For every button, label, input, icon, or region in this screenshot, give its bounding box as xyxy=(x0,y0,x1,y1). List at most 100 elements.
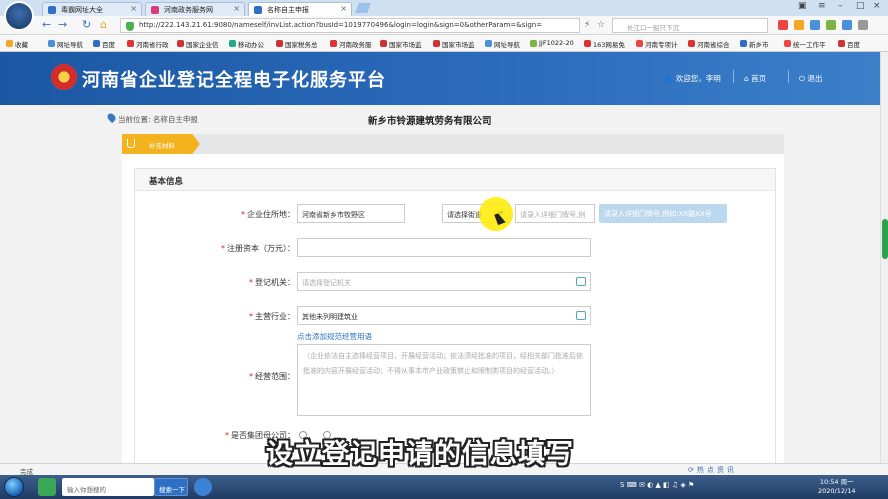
authority-label: * 登记机关： xyxy=(249,278,295,287)
welcome-text: 👤 欢迎您，李明 xyxy=(664,74,721,83)
bookmark-item[interactable]: 网址导航 xyxy=(485,39,520,49)
news-icon[interactable]: ⟳ xyxy=(688,466,697,474)
browser-window: 毒霸网址大全 × 河南政务服务网 × 名称自主申报 × ▣ ≡ – □ × ← … xyxy=(0,0,888,476)
bookmark-item[interactable]: 国家企业信 xyxy=(177,39,219,49)
bolt-icon[interactable]: ⚡ xyxy=(584,20,590,30)
basic-info-section: 基本信息 * 企业住所地： 河南省新乡市牧野区 请选择街道 请录入详细门牌号,例 … xyxy=(134,168,776,463)
url-field[interactable]: http://222.143.21.61:9080/nameself/invLi… xyxy=(120,18,580,33)
bookmark-item[interactable]: 国家税务总 xyxy=(276,39,318,49)
bookmark-item[interactable]: 百度 xyxy=(93,39,115,49)
tab-1[interactable]: 毒霸网址大全 × xyxy=(42,2,142,16)
url-text: http://222.143.21.61:9080/nameself/invLi… xyxy=(139,21,543,29)
grid-icon[interactable] xyxy=(842,20,852,30)
bookmark-item[interactable]: 河南省行政 xyxy=(127,39,169,49)
authority-field[interactable]: 请选择登记机关 xyxy=(297,272,591,291)
house-icon: ⌂ xyxy=(744,74,749,83)
add-scope-link[interactable]: 点击添加规范经营用语 xyxy=(297,331,372,342)
forward-icon[interactable]: → xyxy=(58,18,67,31)
site-icon xyxy=(151,6,159,14)
maximize-icon[interactable]: □ xyxy=(856,1,865,11)
extension-icon[interactable] xyxy=(778,20,788,30)
bookmark-item[interactable]: 国家市场监 xyxy=(433,39,475,49)
company-name: 新乡市铃源建筑劳务有限公司 xyxy=(368,116,492,127)
taskbar-search-button[interactable]: 搜索一下 xyxy=(154,478,188,496)
close-window-icon[interactable]: × xyxy=(873,1,881,11)
tab-2[interactable]: 河南政务服务网 × xyxy=(145,2,245,16)
more-icon[interactable] xyxy=(858,20,868,30)
step-supplementary[interactable]: 补充材料 xyxy=(122,134,200,154)
header-banner: 河南省企业登记全程电子化服务平台 👤 欢迎您，李明 ⌂ 首页 ⏻ 退出 xyxy=(0,52,880,105)
web-page: 河南省企业登记全程电子化服务平台 👤 欢迎您，李明 ⌂ 首页 ⏻ 退出 当前位置… xyxy=(0,52,880,463)
back-icon[interactable]: ← xyxy=(42,18,51,31)
search-input[interactable]: 长江口一船只下沉 xyxy=(612,18,768,33)
taskbar-search-input[interactable]: 输入你想搜的 xyxy=(62,478,154,496)
star-icon[interactable]: ☆ xyxy=(597,20,605,30)
skin-icon[interactable]: ▣ xyxy=(798,1,807,11)
tab-label: 毒霸网址大全 xyxy=(61,6,103,14)
scope-textarea[interactable]: （企业依法自主选择经营项目，开展经营活动；依法须经批准的项目，经相关部门批准后依… xyxy=(297,344,591,416)
bookmark-item[interactable]: 新乡市 xyxy=(740,39,769,49)
address-bar: ← → ↻ ⌂ http://222.143.21.61:9080/namese… xyxy=(0,16,888,35)
bookmark-item[interactable]: 河南政务服 xyxy=(330,39,372,49)
bookmark-item[interactable]: JJF1022-20 xyxy=(530,39,574,47)
bookmark-item[interactable]: 河南省综合 xyxy=(688,39,730,49)
menu-icon[interactable]: ≡ xyxy=(818,1,826,11)
page-scrollbar[interactable] xyxy=(880,52,888,463)
site-title: 河南省企业登记全程电子化服务平台 xyxy=(82,70,386,91)
bookmark-item[interactable]: 河南专项计 xyxy=(636,39,678,49)
bookmark-item[interactable]: 国家市场监 xyxy=(380,39,422,49)
power-icon: ⏻ xyxy=(799,74,805,83)
divider xyxy=(733,70,734,83)
tab-bar: 毒霸网址大全 × 河南政务服务网 × 名称自主申报 × ▣ ≡ – □ × xyxy=(0,0,888,16)
close-icon[interactable]: × xyxy=(233,4,240,13)
location-bar: 当前位置: 名称自主申报 新乡市铃源建筑劳务有限公司 xyxy=(0,105,880,134)
clock[interactable]: 10:54 周一 2020/12/14 xyxy=(818,478,855,496)
address-label: * 企业住所地： xyxy=(241,210,295,219)
page-icon xyxy=(254,6,262,14)
scroll-thumb[interactable] xyxy=(882,219,888,259)
tab-3[interactable]: 名称自主申报 × xyxy=(248,2,352,16)
user-icon: 👤 xyxy=(664,74,674,83)
close-icon[interactable]: × xyxy=(130,4,137,13)
section-title: 基本信息 xyxy=(149,177,184,187)
home-icon[interactable]: ⌂ xyxy=(100,18,107,31)
start-button[interactable] xyxy=(4,477,24,497)
download-icon[interactable] xyxy=(810,20,820,30)
capital-field[interactable] xyxy=(297,238,591,257)
refresh-icon[interactable]: ↻ xyxy=(82,18,91,31)
industry-label: * 主营行业： xyxy=(249,312,295,321)
minimize-icon[interactable]: – xyxy=(838,1,843,11)
app-icon[interactable] xyxy=(194,478,212,496)
chrome-icon[interactable] xyxy=(38,478,56,496)
globe-icon xyxy=(48,6,56,14)
address-detail-field[interactable]: 请录入详细门牌号,例 xyxy=(515,204,595,223)
system-tray[interactable]: S ⌨ ✉ ◐ ▲ ◧ ♫ ◈ ⚑ xyxy=(620,481,694,489)
bookmark-item[interactable]: 163网易免 xyxy=(584,39,625,49)
video-caption: 设立登记申请的信息填写 xyxy=(266,439,574,470)
tools-icon[interactable] xyxy=(826,20,836,30)
search-placeholder: 长江口一船只下沉 xyxy=(627,24,679,32)
bookmark-item[interactable]: 网址导航 xyxy=(48,39,83,49)
status-icons[interactable]: ⟳热点资讯 xyxy=(688,465,737,475)
bookmark-item[interactable]: 移动办公 xyxy=(229,39,264,49)
industry-field[interactable]: 其他未列明建筑业 xyxy=(297,306,591,325)
bookmark-item[interactable]: 收藏 xyxy=(6,39,28,49)
taskbar: 输入你想搜的 搜索一下 S ⌨ ✉ ◐ ▲ ◧ ♫ ◈ ⚑ 10:54 周一 2… xyxy=(0,475,888,499)
section-header: 基本信息 xyxy=(135,169,775,191)
bookmark-icon[interactable] xyxy=(794,20,804,30)
close-icon[interactable]: × xyxy=(340,4,347,13)
edit-icon[interactable] xyxy=(576,277,586,286)
scope-label: * 经营范围： xyxy=(249,372,295,381)
step-bar: 补充材料 xyxy=(122,134,784,154)
logout-link[interactable]: ⏻ 退出 xyxy=(799,73,822,84)
bookmark-item[interactable]: 统一工作平 xyxy=(784,39,826,49)
address-field[interactable]: 河南省新乡市牧野区 xyxy=(297,204,405,223)
home-link[interactable]: ⌂ 首页 xyxy=(744,73,766,84)
edit-icon[interactable] xyxy=(576,311,586,320)
form-container: 补充材料 基本信息 * 企业住所地： 河南省新乡市牧野区 请选择街道 请录入详细门… xyxy=(122,134,784,463)
address-tooltip: 请录入详细门牌号,例如:XX路XX号 xyxy=(599,204,727,223)
capital-label: * 注册资本（万元）： xyxy=(221,244,295,253)
location-pin-icon xyxy=(105,111,118,124)
bookmark-item[interactable]: 百度 xyxy=(838,39,860,49)
new-tab-button[interactable] xyxy=(355,3,371,13)
